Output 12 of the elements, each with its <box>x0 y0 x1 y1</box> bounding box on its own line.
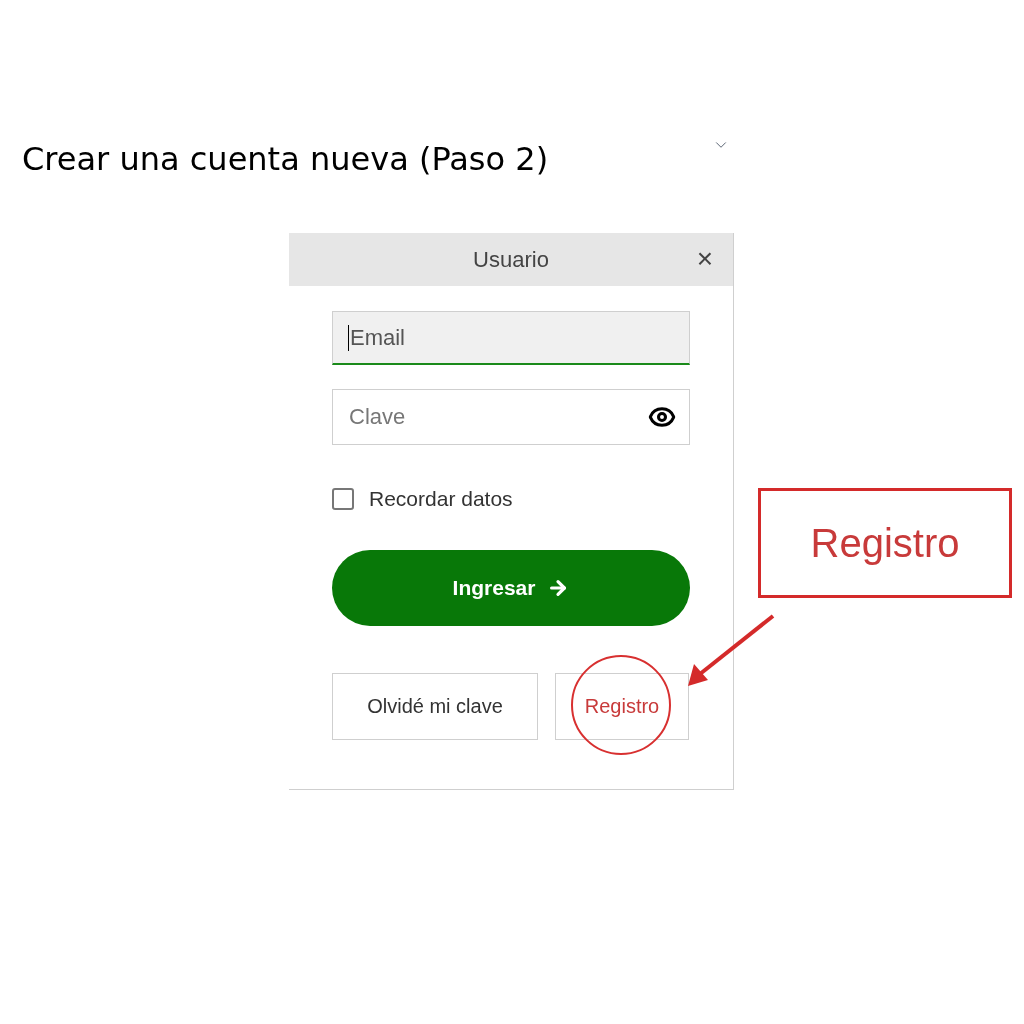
close-button[interactable]: × <box>696 245 713 273</box>
remember-checkbox[interactable] <box>332 487 354 510</box>
dialog-title: Usuario <box>473 246 549 274</box>
password-field[interactable]: Clave <box>332 389 690 445</box>
login-button[interactable]: Ingresar <box>332 549 690 626</box>
register-button[interactable]: Registro <box>555 672 689 740</box>
text-cursor <box>348 325 349 351</box>
remember-label: Recordar datos <box>369 486 513 512</box>
email-field[interactable]: Email <box>332 311 690 365</box>
forgot-password-button[interactable]: Olvidé mi clave <box>332 672 538 740</box>
callout-label: Registro <box>810 520 960 567</box>
page-title: Crear una cuenta nueva (Paso 2) <box>22 139 550 180</box>
